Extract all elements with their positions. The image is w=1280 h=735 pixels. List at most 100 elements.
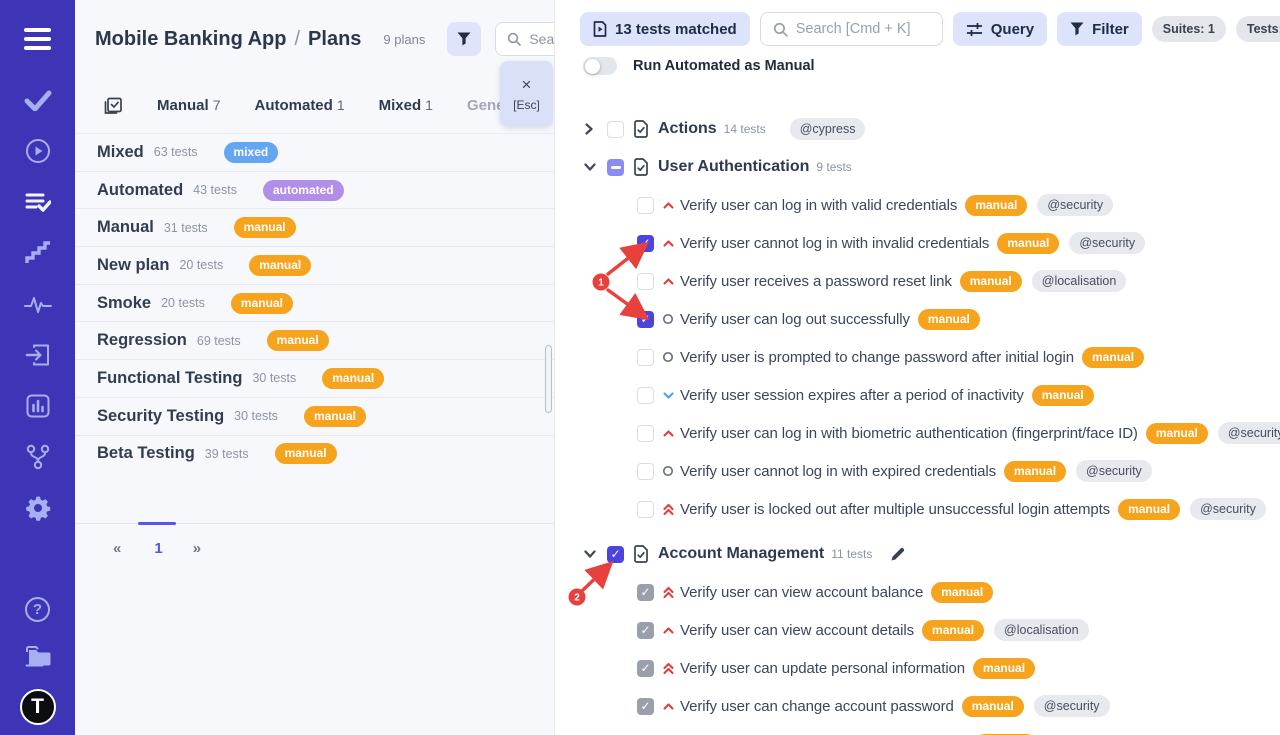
plan-row-beta-testing[interactable]: Beta Testing39 testsmanual — [75, 435, 554, 473]
plans-search-placeholder: Search — [529, 31, 555, 47]
test-title[interactable]: Verify user can view account balance — [680, 584, 923, 601]
bar-chart-icon[interactable] — [24, 392, 52, 420]
suite-name[interactable]: Account Management — [658, 545, 824, 563]
run-automated-label: Run Automated as Manual — [633, 58, 815, 74]
plan-type-badge: manual — [304, 406, 366, 427]
filter-button[interactable]: Filter — [1057, 12, 1142, 46]
tests-matched-button[interactable]: 13 tests matched — [580, 12, 750, 46]
tests-search-input[interactable]: Search [Cmd + K] — [760, 12, 943, 46]
test-title[interactable]: Verify user can change account password — [680, 698, 954, 715]
run-automated-toggle-row: Run Automated as Manual — [583, 57, 815, 75]
test-title[interactable]: Verify user can view account details — [680, 622, 914, 639]
run-automated-toggle[interactable] — [583, 57, 617, 75]
plan-row-functional-testing[interactable]: Functional Testing30 testsmanual — [75, 359, 554, 397]
suite-name[interactable]: User Authentication — [658, 158, 809, 176]
tag-pill: @security — [1190, 498, 1266, 520]
breadcrumb-project[interactable]: Mobile Banking App — [95, 28, 286, 51]
nav-bottom-group: ? T — [0, 595, 75, 725]
chevron-right-icon[interactable] — [584, 123, 596, 135]
checkbox-checked-gray[interactable] — [637, 698, 654, 715]
test-title[interactable]: Verify user cannot log in with expired c… — [680, 463, 996, 480]
batch-select-icon[interactable] — [104, 97, 123, 116]
gear-icon[interactable] — [24, 494, 52, 522]
test-title[interactable]: Verify user session expires after a peri… — [680, 387, 1024, 404]
plan-row-mixed[interactable]: Mixed63 testsmixed — [75, 133, 554, 171]
check-icon[interactable] — [24, 86, 52, 114]
test-type-badge: manual — [960, 271, 1022, 292]
checkbox-indeterminate[interactable] — [607, 159, 624, 176]
suite-name[interactable]: Actions — [658, 120, 717, 138]
checkbox-checked-gray[interactable] — [637, 660, 654, 677]
test-title[interactable]: Verify user receives a password reset li… — [680, 273, 952, 290]
checkbox-unchecked[interactable] — [637, 463, 654, 480]
test-title[interactable]: Verify user can update personal informat… — [680, 660, 965, 677]
plan-type-badge: manual — [275, 443, 337, 464]
plan-row-smoke[interactable]: Smoke20 testsmanual — [75, 284, 554, 322]
suite-test-count: 9 tests — [816, 160, 851, 174]
plan-test-count: 39 tests — [205, 447, 249, 461]
checkbox-unchecked[interactable] — [637, 425, 654, 442]
query-button[interactable]: Query — [953, 12, 1047, 46]
close-panel-button[interactable]: × [Esc] — [500, 61, 553, 126]
checkbox-unchecked[interactable] — [637, 387, 654, 404]
test-title[interactable]: Verify user cannot log in with invalid c… — [680, 235, 989, 252]
checkbox-unchecked[interactable] — [637, 501, 654, 518]
chevron-down-icon[interactable] — [584, 549, 596, 559]
hamburger-menu-icon[interactable] — [24, 28, 51, 55]
plans-scrollbar-thumb[interactable] — [545, 345, 552, 413]
checkbox-checked[interactable] — [637, 311, 654, 328]
tag-pill: @cypress — [790, 118, 866, 140]
test-title[interactable]: Verify user is locked out after multiple… — [680, 501, 1110, 518]
checkbox-unchecked[interactable] — [637, 197, 654, 214]
plan-row-security-testing[interactable]: Security Testing30 testsmanual — [75, 397, 554, 435]
plan-row-automated[interactable]: Automated43 testsautomated — [75, 171, 554, 209]
edit-pencil-icon[interactable] — [890, 546, 906, 562]
checkbox-checked-gray[interactable] — [637, 584, 654, 601]
branch-icon[interactable] — [24, 443, 52, 471]
pulse-icon[interactable] — [24, 290, 52, 318]
test-title[interactable]: Verify user can log out successfully — [680, 311, 910, 328]
list-check-icon[interactable] — [24, 188, 52, 216]
app-logo[interactable]: T — [20, 689, 56, 725]
sign-in-icon[interactable] — [24, 341, 52, 369]
steps-icon[interactable] — [24, 239, 52, 267]
test-type-badge: manual — [1118, 499, 1180, 520]
checkbox-unchecked[interactable] — [637, 349, 654, 366]
tag-pill: @localisation — [1032, 270, 1127, 292]
plan-row-new-plan[interactable]: New plan20 testsmanual — [75, 246, 554, 284]
breadcrumb-separator: / — [294, 28, 300, 51]
projects-folder-icon[interactable] — [24, 642, 52, 670]
checkbox-unchecked[interactable] — [637, 273, 654, 290]
play-circle-icon[interactable] — [24, 137, 52, 165]
checkbox-checked-gray[interactable] — [637, 622, 654, 639]
checkbox-checked[interactable] — [637, 235, 654, 252]
tests-toolbar: 13 tests matched Search [Cmd + K] Query … — [580, 12, 1280, 46]
plan-type-badge: mixed — [224, 142, 279, 163]
tag-pill: @security — [1037, 194, 1113, 216]
help-icon[interactable]: ? — [24, 595, 52, 623]
plan-row-regression[interactable]: Regression69 testsmanual — [75, 321, 554, 359]
plans-search-input[interactable]: Search — [495, 22, 555, 56]
tab-automated[interactable]: Automated1 — [254, 97, 344, 114]
pagination-page-1[interactable]: 1 — [154, 540, 162, 557]
chevron-down-icon[interactable] — [584, 162, 596, 172]
pagination-prev-button[interactable]: « — [113, 540, 121, 557]
pagination-next-button[interactable]: » — [193, 540, 201, 557]
test-type-badge: manual — [922, 620, 984, 641]
plans-filter-button[interactable] — [447, 22, 481, 56]
test-title[interactable]: Verify user is prompted to change passwo… — [680, 349, 1074, 366]
checkbox-unchecked[interactable] — [607, 121, 624, 138]
tab-manual[interactable]: Manual7 — [157, 97, 220, 114]
plan-row-manual[interactable]: Manual31 testsmanual — [75, 208, 554, 246]
priority-high-icon — [661, 702, 675, 711]
test-title[interactable]: Verify user can log in with valid creden… — [680, 197, 957, 214]
plan-name: Mixed — [97, 143, 144, 162]
test-title[interactable]: Verify user can log in with biometric au… — [680, 425, 1138, 442]
test-type-badge: manual — [1146, 423, 1208, 444]
priority-normal-icon — [661, 465, 675, 477]
priority-normal-icon — [661, 351, 675, 363]
checkbox-checked[interactable] — [607, 546, 624, 563]
test-type-badge: manual — [918, 309, 980, 330]
test-row: Verify user cannot log in with expired c… — [556, 452, 1280, 490]
tab-mixed[interactable]: Mixed1 — [379, 97, 433, 114]
